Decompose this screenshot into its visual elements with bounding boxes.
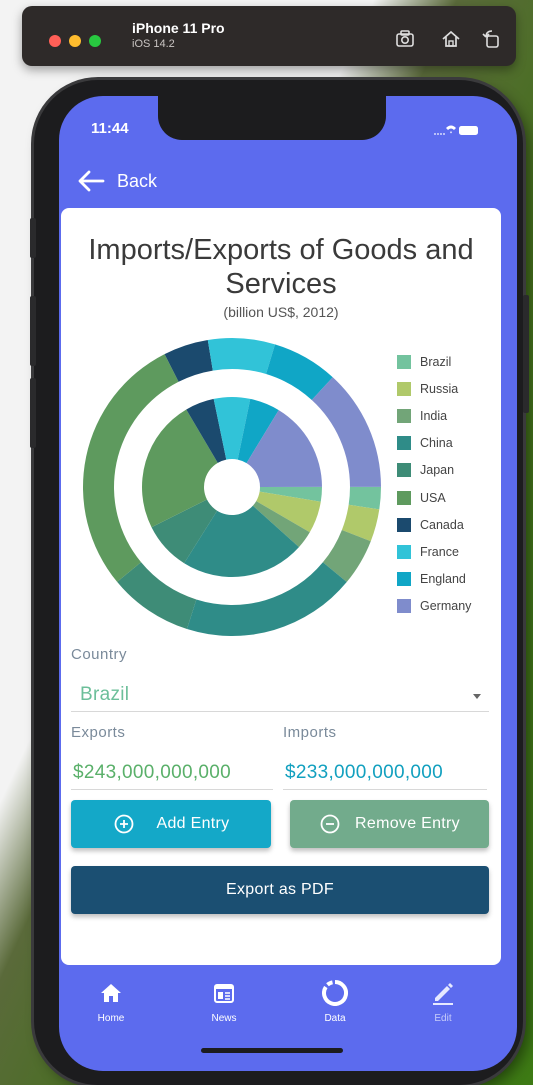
outer-slice-germany[interactable] — [311, 377, 381, 487]
tab-data[interactable]: Data — [295, 979, 375, 1024]
status-time: 11:44 — [91, 120, 129, 137]
legend-label: Russia — [420, 381, 459, 396]
home-icon — [101, 984, 121, 1002]
legend-item-england[interactable]: England — [397, 566, 471, 593]
legend-label: Germany — [420, 599, 472, 614]
edit-icon — [433, 983, 453, 1005]
app-screen: 11:44 Back Imports/Exports of Goods and … — [59, 96, 517, 1071]
export-pdf-label: Export as PDF — [226, 881, 334, 898]
legend-swatch — [397, 572, 411, 587]
legend-label: France — [420, 544, 459, 559]
country-dropdown[interactable]: Brazil — [71, 684, 489, 712]
simulator-title-bar: iPhone 11 Pro iOS 14.2 — [22, 6, 516, 66]
country-label: Country — [71, 646, 128, 663]
legend-label: China — [420, 436, 453, 451]
legend-item-china[interactable]: China — [397, 430, 471, 457]
legend-swatch — [397, 408, 411, 423]
tab-news-label: News — [211, 1013, 237, 1024]
legend-swatch — [397, 463, 411, 478]
simulator-os-version: iOS 14.2 — [132, 38, 175, 50]
add-circle-icon — [114, 814, 133, 834]
legend-swatch — [397, 354, 411, 369]
volume-down-button — [30, 378, 36, 448]
tab-news[interactable]: News — [184, 979, 264, 1024]
legend-item-india[interactable]: India — [397, 402, 471, 429]
home-indicator — [201, 1048, 343, 1053]
legend-label: USA — [420, 490, 446, 505]
tab-home-label: Home — [97, 1013, 125, 1024]
remove-entry-label: Remove Entry — [355, 815, 460, 832]
legend-label: India — [420, 408, 448, 423]
signal-icon — [434, 133, 445, 135]
tab-edit-label: Edit — [434, 1013, 452, 1024]
chart-title: Imports/Exports of Goods and Services — [88, 234, 474, 300]
mute-switch — [30, 218, 36, 258]
wifi-icon — [446, 125, 456, 134]
data-icon — [322, 980, 348, 1006]
legend-label: England — [420, 572, 466, 587]
legend-swatch — [397, 490, 411, 505]
legend-swatch — [397, 436, 411, 451]
bottom-tab-bar: Home News Data Edit — [59, 967, 517, 1071]
legend-label: Brazil — [420, 354, 452, 369]
back-label: Back — [117, 170, 158, 191]
chart-legend: Brazil Russia India China Japan USA Canada Fran… — [397, 348, 471, 620]
legend-swatch — [397, 517, 411, 532]
legend-item-brazil[interactable]: Brazil — [397, 348, 471, 375]
notch — [158, 96, 386, 140]
rotate-icon[interactable] — [480, 28, 502, 50]
legend-swatch — [397, 544, 411, 559]
zoom-window-button[interactable] — [89, 35, 101, 47]
legend-label: Canada — [420, 517, 464, 532]
legend-swatch — [397, 599, 411, 614]
exports-label: Exports — [71, 724, 126, 741]
chart-subtitle: (billion US$, 2012) — [223, 304, 339, 320]
donut-chart[interactable] — [77, 332, 387, 642]
legend-item-japan[interactable]: Japan — [397, 457, 471, 484]
chevron-down-icon — [473, 694, 481, 699]
legend-item-canada[interactable]: Canada — [397, 511, 471, 538]
remove-circle-icon — [320, 814, 340, 834]
add-entry-label: Add Entry — [156, 815, 230, 832]
add-entry-button[interactable]: Add Entry — [71, 800, 271, 848]
legend-item-germany[interactable]: Germany — [397, 593, 471, 620]
home-icon[interactable] — [440, 28, 462, 50]
back-button[interactable]: Back — [77, 167, 157, 195]
chart-card: Imports/Exports of Goods and Services (b… — [61, 208, 501, 965]
legend-item-france[interactable]: France — [397, 538, 471, 565]
status-icons — [434, 125, 478, 135]
tab-data-label: Data — [324, 1013, 346, 1024]
news-icon — [214, 984, 234, 1003]
close-window-button[interactable] — [49, 35, 61, 47]
legend-swatch — [397, 381, 411, 396]
volume-up-button — [30, 296, 36, 366]
outer-slice-france[interactable] — [207, 338, 276, 375]
export-pdf-button[interactable]: Export as PDF — [71, 866, 489, 914]
country-value: Brazil — [80, 684, 130, 705]
exports-field[interactable]: $243,000,000,000 — [71, 760, 273, 790]
imports-label: Imports — [283, 724, 337, 741]
screenshot-icon[interactable] — [394, 28, 416, 50]
arrow-left-icon — [78, 170, 105, 192]
tab-home[interactable]: Home — [71, 979, 151, 1024]
legend-item-russia[interactable]: Russia — [397, 375, 471, 402]
legend-label: Japan — [420, 463, 455, 478]
battery-icon — [459, 126, 478, 135]
remove-entry-button[interactable]: Remove Entry — [290, 800, 489, 848]
outer-slice-japan[interactable] — [117, 562, 197, 630]
simulator-device-name: iPhone 11 Pro — [132, 20, 225, 36]
tab-edit[interactable]: Edit — [403, 979, 483, 1024]
imports-field[interactable]: $233,000,000,000 — [283, 760, 487, 790]
power-button — [523, 295, 529, 413]
minimize-window-button[interactable] — [69, 35, 81, 47]
legend-item-usa[interactable]: USA — [397, 484, 471, 511]
